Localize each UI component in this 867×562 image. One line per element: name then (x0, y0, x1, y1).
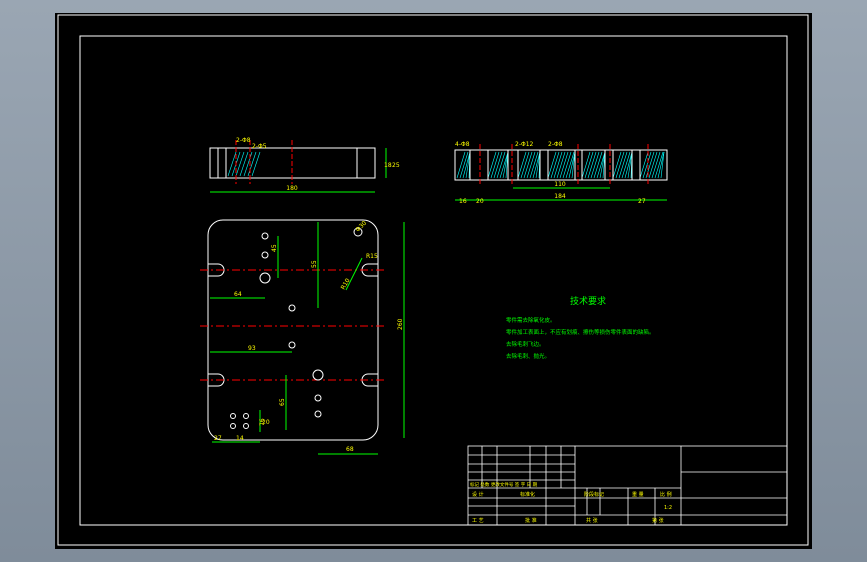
title-block-marks-row: 标记 处数 更改文件号 签 字 日 期 (470, 481, 538, 488)
title-block-sheet-no: 第 张 (652, 517, 664, 524)
title-block-labels: 标记 处数 更改文件号 签 字 日 期 设 计 标准化 阶段标记 重 量 比 例… (470, 481, 672, 524)
top-view-height-dim-a: 18 (384, 162, 392, 169)
side-view[interactable]: 4-Φ8 2-Φ12 2-Φ8 110 184 16 20 27 (454, 141, 668, 205)
side-view-left-dim-a: 16 (459, 198, 467, 205)
tech-requirements-title: 技术要求 (570, 295, 606, 307)
hole (230, 423, 236, 429)
title-block-scale: 1:2 (664, 505, 672, 511)
top-view-hole-dim: 2-Φ5 (252, 143, 267, 150)
side-view-right-hole-dim: 2-Φ8 (548, 141, 563, 148)
top-view-step-right (356, 147, 376, 179)
title-block-sheet-total: 共 张 (586, 517, 598, 524)
tech-requirement-item: 去除毛刺飞边。 (506, 340, 545, 348)
hole (288, 304, 296, 312)
top-view-height-dim-b: 25 (392, 162, 400, 169)
plan-dim-mid-offset: 93 (248, 345, 256, 352)
tech-requirement-item: 零件需去除氧化皮。 (506, 316, 556, 324)
cad-drawing[interactable]: 180 2-Φ8 2-Φ5 18 25 4-Φ8 2-Φ12 2-Φ8 110 … (0, 0, 867, 562)
tech-requirement-item: 去除毛刺、抛光。 (506, 352, 550, 360)
title-block-stage-mark: 阶段标记 (584, 491, 604, 498)
plan-dim-overall-height: 260 (397, 318, 404, 330)
plan-dim-corner: Φ30 (354, 220, 368, 234)
plan-dim-left-offset: 64 (234, 291, 242, 298)
title-block-design: 设 计 (472, 491, 484, 498)
hole (230, 413, 236, 419)
top-view[interactable]: 180 2-Φ8 2-Φ5 18 25 (209, 137, 400, 193)
title-block-scale-label: 比 例 (660, 491, 672, 498)
top-view-slot-dim: 2-Φ8 (236, 137, 251, 144)
tech-requirement-item: 零件加工表面上，不应有划痕、擦伤等损伤零件表面的缺陷。 (506, 328, 655, 336)
plan-dim-bottom-c: 20 (262, 419, 270, 426)
hole (261, 251, 269, 259)
side-view-overall-dim: 184 (554, 193, 566, 200)
side-view-span-dim: 110 (554, 181, 566, 188)
plan-dim-bottom-b: 14 (236, 435, 244, 442)
hole (243, 413, 249, 419)
title-block-weight: 重 量 (632, 491, 644, 498)
title-block-standardization: 标准化 (520, 491, 535, 498)
hole (314, 394, 322, 402)
plate-outline (207, 219, 379, 441)
hole (312, 369, 324, 381)
plan-dim-radius-a: R15 (366, 253, 378, 260)
hole (259, 272, 271, 284)
hole (288, 341, 296, 349)
plan-dim-radius-b: R10 (340, 277, 352, 291)
plan-dim-vertical-a: 55 (311, 260, 318, 268)
plan-dim-bottom-a: 27 (214, 435, 222, 442)
hole (261, 232, 269, 240)
plan-dim-bottom-total: 68 (346, 446, 354, 453)
side-view-center-hole-dim: 2-Φ12 (515, 141, 534, 148)
side-view-left-dim-b: 20 (476, 198, 484, 205)
outer-frame (57, 14, 809, 546)
hole (314, 410, 322, 418)
side-view-right-dim: 27 (638, 198, 646, 205)
plan-view[interactable]: 64 93 45 55 65 76 260 R15 R10 Φ30 27 14 … (200, 219, 405, 455)
top-view-step-left (217, 147, 227, 179)
plan-dim-vertical-c: 65 (279, 398, 286, 406)
technical-requirements: 技术要求 零件需去除氧化皮。 零件加工表面上，不应有划痕、擦伤等损伤零件表面的缺… (506, 295, 655, 360)
plan-dim-top-a: 45 (271, 244, 278, 252)
hole (243, 423, 249, 429)
title-block-approve: 批 准 (525, 517, 537, 524)
side-view-left-hole-dim: 4-Φ8 (455, 141, 470, 148)
title-block-process: 工 艺 (472, 518, 484, 524)
top-view-hatch (227, 151, 261, 177)
top-view-overall-dim: 180 (286, 185, 298, 192)
